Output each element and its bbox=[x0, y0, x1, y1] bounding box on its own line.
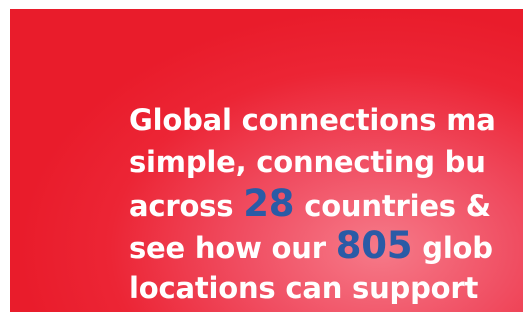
promo-banner: Global connections ma simple, connecting… bbox=[10, 9, 523, 312]
line-4-text-end: glob bbox=[412, 231, 493, 265]
line-4-text-start: see how our bbox=[129, 231, 336, 265]
headline-line-4: see how our 805 glob bbox=[129, 225, 496, 267]
headline-line-1: Global connections ma bbox=[129, 103, 496, 137]
line-3-text-start: across bbox=[129, 189, 244, 223]
promo-headline: Global connections ma simple, connecting… bbox=[129, 99, 496, 309]
headline-line-5: locations can support bbox=[129, 271, 479, 305]
line-3-text-end: countries & bbox=[294, 189, 491, 223]
page-frame: Global connections ma simple, connecting… bbox=[0, 0, 523, 312]
countries-count: 28 bbox=[243, 182, 295, 225]
headline-line-2: simple, connecting bu bbox=[129, 145, 486, 179]
locations-count: 805 bbox=[335, 224, 413, 267]
headline-line-3: across 28 countries & bbox=[129, 183, 496, 225]
